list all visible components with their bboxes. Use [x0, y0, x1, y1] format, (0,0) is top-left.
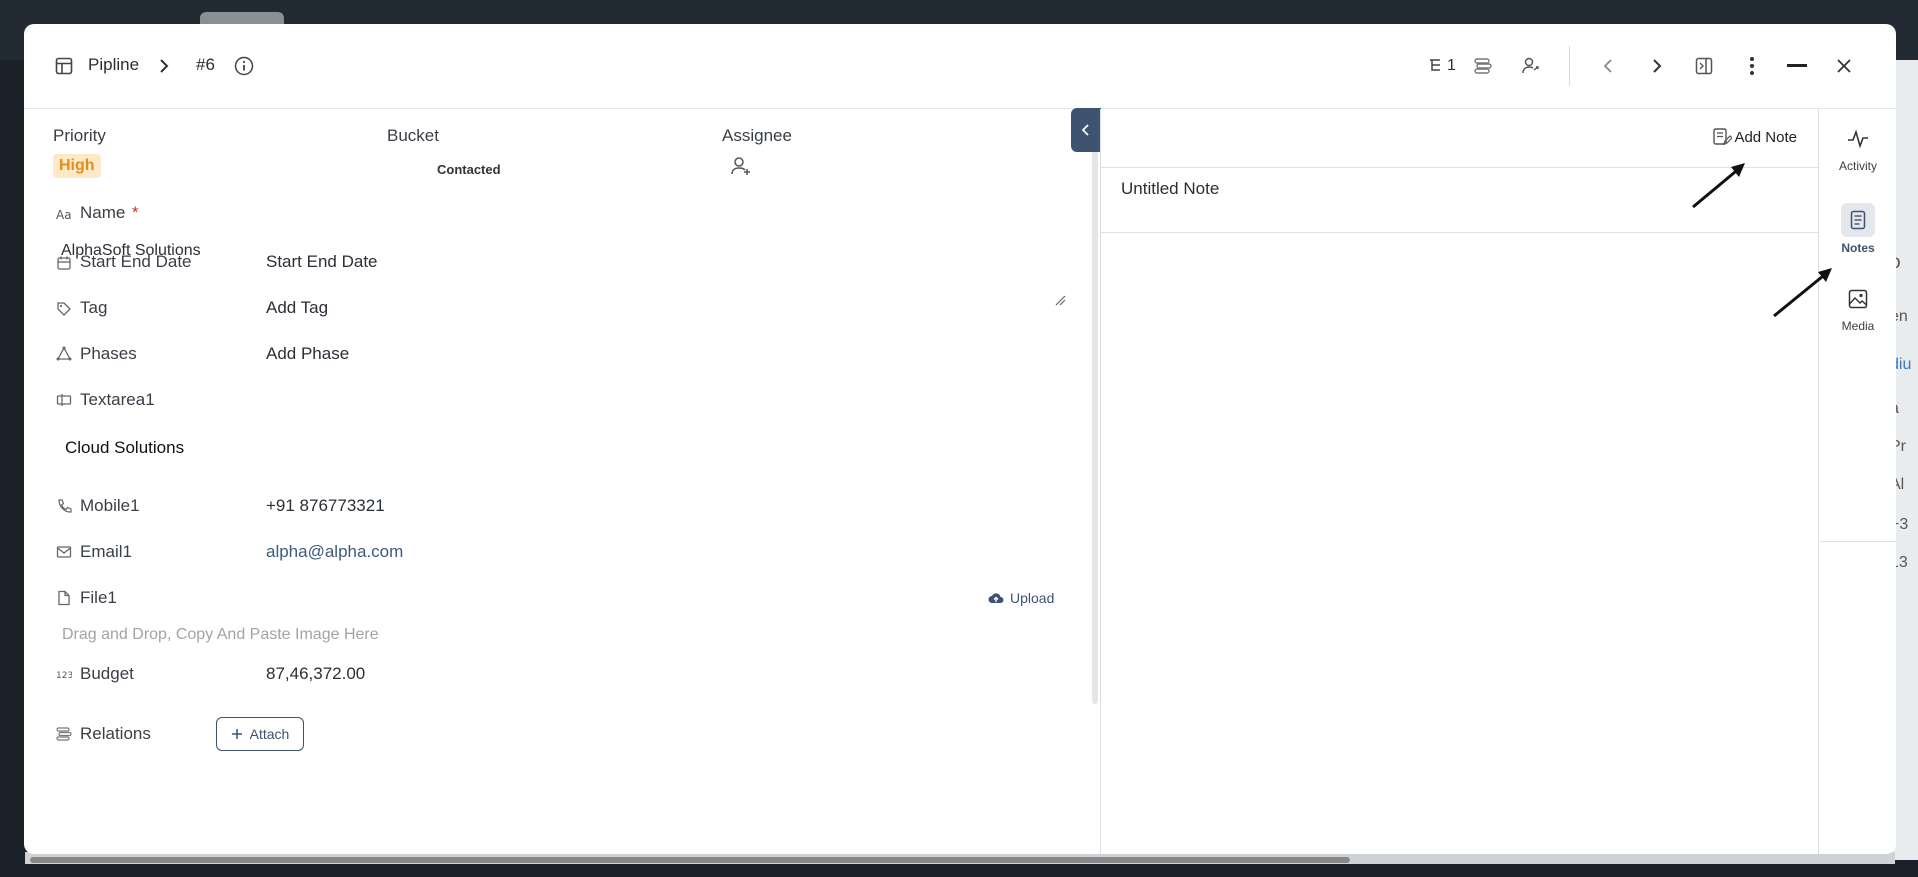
- upload-label: Upload: [1010, 590, 1055, 606]
- budget-value[interactable]: 87,46,372.00: [266, 664, 365, 684]
- file-icon: [56, 590, 72, 606]
- rail-divider: [1821, 541, 1896, 542]
- attach-button[interactable]: Attach: [216, 717, 304, 751]
- textarea-icon: [56, 392, 72, 408]
- mail-icon: [56, 544, 72, 560]
- close-icon: [1837, 59, 1851, 73]
- rail-notes-label: Notes: [1841, 241, 1875, 255]
- annotation-arrow-icon: [1692, 163, 1745, 209]
- chevron-right-icon: [154, 56, 174, 76]
- close-button[interactable]: [1834, 56, 1854, 76]
- subtasks-button[interactable]: 1: [1422, 56, 1462, 76]
- name-label: Name: [80, 203, 126, 222]
- activity-icon: [1848, 129, 1868, 149]
- attach-label: Attach: [249, 726, 290, 742]
- rail-activity-label: Activity: [1838, 159, 1877, 173]
- record-id: #6: [196, 55, 215, 74]
- record-details-form: Priority High Bucket Contacted Assignee …: [24, 109, 1099, 854]
- assignee-label: Assignee: [722, 126, 792, 145]
- cloud-upload-icon: [988, 593, 1004, 603]
- svg-text:123: 123: [56, 671, 72, 681]
- relations-label: Relations: [80, 724, 151, 743]
- right-sidebar: Activity Notes Media: [1818, 109, 1896, 854]
- number-icon: 123: [56, 666, 72, 682]
- rail-activity[interactable]: Activity: [1819, 129, 1896, 173]
- image-icon: [1848, 289, 1868, 309]
- phases-icon: [56, 346, 72, 362]
- textarea1-value[interactable]: Cloud Solutions: [65, 438, 184, 458]
- notes-panel: Add Note Untitled Note: [1100, 109, 1819, 854]
- upload-button[interactable]: Upload: [988, 590, 1054, 606]
- add-assignee-icon[interactable]: [730, 155, 752, 177]
- side-panel-icon: [1695, 57, 1713, 75]
- priority-badge[interactable]: High: [53, 154, 101, 178]
- background-scrollbar-thumb[interactable]: [30, 857, 1350, 863]
- plus-icon: [231, 729, 242, 739]
- start-end-date-label: Start End Date: [80, 252, 192, 271]
- assign-user-icon[interactable]: [1520, 56, 1542, 76]
- chevron-left-icon: [1603, 59, 1612, 73]
- phases-label: Phases: [80, 344, 137, 363]
- toggle-side-panel-button[interactable]: [1694, 56, 1714, 76]
- note-edit-icon: [1713, 128, 1733, 145]
- mobile1-label: Mobile1: [80, 496, 140, 515]
- bucket-label: Bucket: [387, 126, 439, 145]
- annotation-arrow-icon: [1773, 268, 1832, 318]
- collapse-panel-button[interactable]: [1071, 108, 1101, 152]
- previous-record-button[interactable]: [1598, 56, 1618, 76]
- priority-label: Priority: [53, 126, 106, 145]
- subtask-count: 1: [1447, 57, 1456, 74]
- relations-icon: [56, 726, 72, 742]
- bucket-value[interactable]: Contacted: [437, 162, 501, 177]
- chevron-left-icon: [1081, 124, 1089, 136]
- file1-label: File1: [80, 588, 117, 607]
- notes-icon: [1841, 203, 1875, 237]
- add-note-label: Add Note: [1734, 128, 1797, 146]
- header-divider: [1569, 46, 1570, 86]
- breadcrumb-root[interactable]: Pipline: [88, 55, 139, 75]
- chevron-right-icon: [1653, 59, 1662, 73]
- note-title: Untitled Note: [1121, 179, 1220, 198]
- rail-media-label: Media: [1841, 319, 1875, 333]
- text-field-icon: Aa: [56, 206, 72, 222]
- budget-label: Budget: [80, 664, 134, 683]
- svg-text:Aa: Aa: [56, 208, 72, 222]
- tag-label: Tag: [80, 298, 108, 317]
- tag-icon: [56, 301, 72, 317]
- file-drop-zone[interactable]: Drag and Drop, Copy And Paste Image Here: [62, 626, 379, 644]
- mobile1-value[interactable]: +91 876773321: [266, 496, 385, 516]
- form-scrollbar[interactable]: [1092, 109, 1098, 704]
- record-modal: Pipline #6 1 Priority High Bucket Contac…: [24, 24, 1896, 854]
- add-tag-button[interactable]: Add Tag: [266, 298, 328, 318]
- board-layout-icon[interactable]: [54, 56, 74, 76]
- more-options-button[interactable]: [1742, 56, 1762, 76]
- modal-header: Pipline #6 1: [24, 24, 1896, 109]
- email1-label: Email1: [80, 542, 132, 561]
- email1-link[interactable]: alpha@alpha.com: [266, 542, 403, 562]
- more-vertical-icon: [1750, 57, 1754, 75]
- resize-handle-icon[interactable]: [1054, 294, 1066, 306]
- required-mark: *: [132, 203, 139, 222]
- textarea1-label: Textarea1: [80, 390, 155, 409]
- relations-header-icon[interactable]: [1472, 56, 1494, 76]
- phone-icon: [56, 498, 72, 514]
- subtasks-icon: [1430, 59, 1441, 71]
- start-end-date-value[interactable]: Start End Date: [266, 252, 378, 272]
- add-note-button[interactable]: Add Note: [1712, 127, 1797, 147]
- calendar-icon: [56, 255, 72, 271]
- minimize-icon: [1787, 64, 1807, 67]
- info-icon[interactable]: [234, 56, 254, 76]
- add-phase-button[interactable]: Add Phase: [266, 344, 349, 364]
- minimize-button[interactable]: [1786, 56, 1808, 76]
- next-record-button[interactable]: [1647, 56, 1667, 76]
